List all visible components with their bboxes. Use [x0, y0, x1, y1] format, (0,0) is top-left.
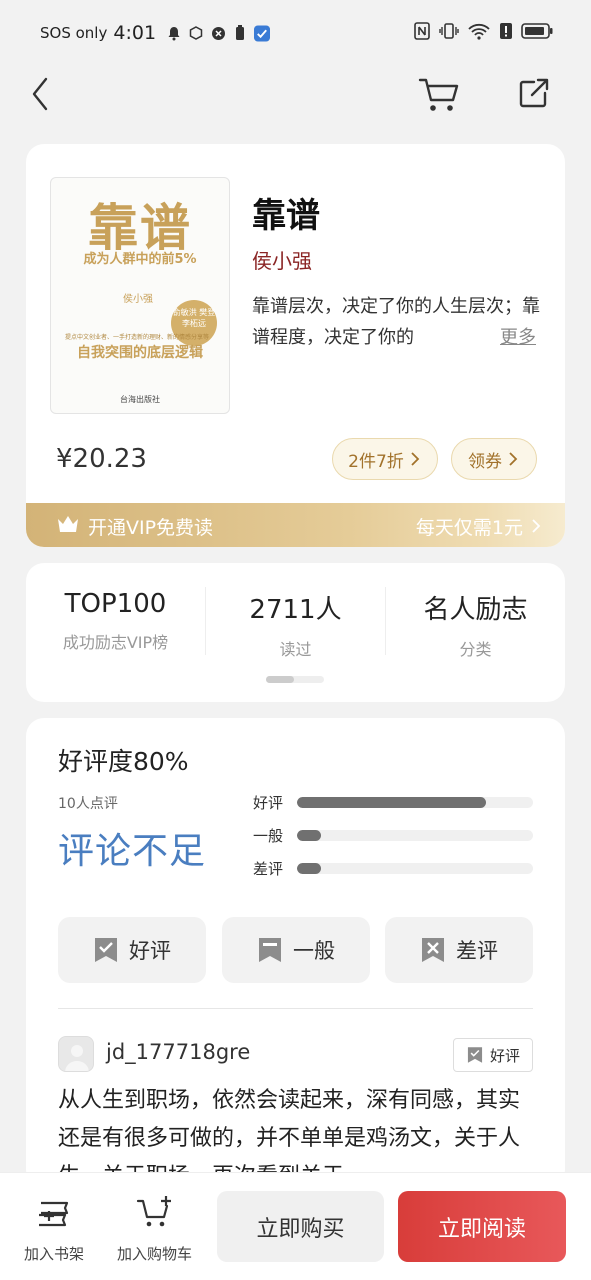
stat-value: 2711人	[249, 595, 342, 625]
share-icon	[519, 78, 549, 108]
stat-label: 成功励志VIP榜	[62, 633, 169, 652]
vip-banner[interactable]: 开通VIP免费读 每天仅需1元	[26, 503, 565, 547]
add-to-shelf-label: 加入书架	[24, 1245, 85, 1263]
rating-bar-good: 好评	[253, 792, 533, 813]
vibrate-icon	[439, 22, 459, 44]
nav-bar	[0, 66, 591, 126]
book-price: ¥20.23	[56, 444, 147, 474]
chevron-left-icon	[32, 77, 48, 111]
cover-publisher: 台海出版社	[120, 395, 160, 404]
good-review-label: 好评	[129, 939, 171, 963]
chevron-right-icon	[509, 452, 518, 466]
book-author[interactable]: 侯小强	[252, 245, 312, 274]
block-icon	[210, 25, 226, 41]
cover-subtitle: 成为人群中的前5%	[83, 252, 197, 267]
neutral-review-button[interactable]: 一般	[222, 917, 370, 983]
buy-now-button[interactable]: 立即购买	[217, 1191, 384, 1262]
bad-review-label: 差评	[456, 939, 498, 963]
neutral-review-label: 一般	[293, 939, 335, 963]
cube-icon	[188, 25, 204, 41]
avatar[interactable]	[58, 1036, 94, 1072]
rating-bar-track	[297, 797, 533, 808]
coupon-button[interactable]: 领券	[451, 438, 537, 480]
add-to-cart-label: 加入购物车	[117, 1245, 193, 1263]
status-bar: SOS only 4:01	[0, 0, 591, 66]
vip-open-label: 开通VIP免费读	[88, 517, 214, 539]
bad-review-button[interactable]: 差评	[385, 917, 533, 983]
chevron-right-icon	[411, 452, 420, 466]
rating-bar-track	[297, 863, 533, 874]
default-avatar-icon	[59, 1037, 93, 1071]
divider	[58, 1008, 533, 1009]
page-indicator-active	[266, 676, 294, 683]
rating-bar-fill	[297, 797, 486, 808]
nfc-icon	[413, 22, 431, 44]
clock: 4:01	[113, 22, 157, 44]
read-now-button[interactable]: 立即阅读	[398, 1191, 566, 1262]
book-title: 靠谱	[252, 196, 320, 236]
crown-icon	[58, 516, 78, 532]
rating-bar-label: 一般	[253, 827, 284, 845]
discount-label: 2件7折	[348, 451, 404, 472]
battery-icon	[521, 22, 553, 44]
page-indicator	[266, 676, 324, 683]
network-status: SOS only	[40, 24, 108, 42]
add-to-cart-button[interactable]: 加入购物车	[117, 1195, 192, 1264]
vip-price-label: 每天仅需1元	[416, 513, 543, 540]
rating-bar-label: 好评	[253, 794, 284, 812]
stat-category[interactable]: 名人励志 分类	[386, 589, 565, 660]
rating-bar-track	[297, 830, 533, 841]
coupon-label: 领券	[468, 451, 502, 472]
good-review-button[interactable]: 好评	[58, 917, 206, 983]
back-button[interactable]	[24, 74, 60, 114]
chevron-right-icon	[532, 519, 541, 533]
stat-label: 读过	[279, 640, 312, 659]
bell-icon	[166, 25, 182, 41]
bookshelf-add-icon	[39, 1201, 69, 1227]
cover-author: 侯小强	[123, 294, 153, 305]
thumb-bookmark-check-icon	[467, 1047, 483, 1063]
comment-tag-label: 好评	[489, 1046, 520, 1065]
rating-bar-fill	[297, 830, 321, 841]
vip-price-text: 每天仅需1元	[415, 517, 523, 539]
status-right	[413, 22, 553, 44]
cart-button[interactable]	[416, 72, 462, 116]
stat-value: 名人励志	[423, 595, 528, 625]
review-card: 好评度80% 10人点评 评论不足 好评 一般 差评 好评 一般 差评 jd_1…	[26, 718, 565, 1188]
bookmark-icon	[259, 938, 281, 962]
share-button[interactable]	[514, 74, 554, 114]
stat-readers[interactable]: 2711人 读过	[206, 589, 385, 660]
review-count: 10人点评	[58, 796, 118, 812]
add-to-shelf-button[interactable]: 加入书架	[24, 1195, 84, 1264]
stats-card: TOP100 成功励志VIP榜 2711人 读过 名人励志 分类	[26, 563, 565, 702]
rating-bar-bad: 差评	[253, 858, 533, 879]
comment-username[interactable]: jd_177718gre	[106, 1040, 250, 1064]
wifi-icon	[467, 22, 491, 44]
stat-value: TOP100	[64, 589, 167, 619]
thumb-bookmark-check-icon	[95, 938, 117, 962]
cart-icon	[418, 78, 459, 111]
stat-label: 分类	[459, 640, 492, 659]
battery-alert-icon	[232, 25, 248, 41]
alert-icon	[499, 22, 513, 44]
more-link[interactable]: 更多	[494, 322, 536, 353]
app-notification-icon	[254, 25, 271, 41]
rating-bar-label: 差评	[253, 860, 284, 878]
rating-title: 好评度80%	[58, 747, 189, 776]
book-description: 靠谱层次，决定了你的人生层次；靠谱程度，决定了你的 更多	[252, 291, 542, 353]
cover-slogan: 自我突围的底层逻辑	[77, 345, 203, 361]
cart-add-icon	[136, 1196, 171, 1227]
stat-ranking[interactable]: TOP100 成功励志VIP榜	[26, 589, 205, 653]
status-left: SOS only 4:01	[40, 22, 271, 44]
cover-tagline: 提点中文创业者、一手打造新的理财、新的情感分享等	[65, 334, 210, 341]
comment-rating-tag: 好评	[453, 1038, 533, 1072]
book-info-card: 靠谱 成为人群中的前5% 侯小强 俞敏洪 樊登 李柘远 提点中文创业者、一手打造…	[26, 144, 565, 547]
bookmark-x-icon	[422, 938, 444, 962]
rating-bar-fill	[297, 863, 321, 874]
discount-button[interactable]: 2件7折	[332, 438, 438, 480]
review-status: 评论不足	[58, 831, 207, 872]
rating-bar-neutral: 一般	[253, 825, 533, 846]
bottom-action-bar: 加入书架 加入购物车 立即购买 立即阅读	[0, 1172, 591, 1280]
book-cover[interactable]: 靠谱 成为人群中的前5% 侯小强 俞敏洪 樊登 李柘远 提点中文创业者、一手打造…	[50, 177, 230, 414]
